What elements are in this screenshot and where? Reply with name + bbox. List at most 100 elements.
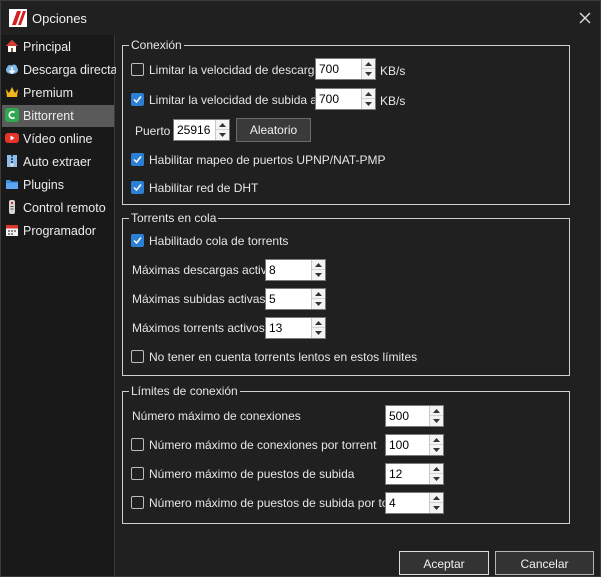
arrow-up-icon <box>219 123 226 127</box>
spin-arrows <box>361 59 375 79</box>
sidebar-item-label: Vídeo online <box>23 132 93 146</box>
sidebar-item-video-online[interactable]: Vídeo online <box>2 128 114 150</box>
arrow-up-icon <box>433 467 440 471</box>
max-conn-per-torrent-label: Número máximo de conexiones por torrent <box>149 438 377 452</box>
arrow-up-icon <box>365 62 372 66</box>
cloud-download-icon <box>6 64 18 74</box>
remote-icon <box>9 200 15 214</box>
arrow-down-icon <box>433 477 440 481</box>
max-conn-per-torrent-spinbox[interactable]: 100 <box>385 434 444 456</box>
limit-download-checkbox[interactable] <box>131 63 144 76</box>
limit-download-label: Limitar la velocidad de descarga a <box>149 63 332 77</box>
max-upload-slots-per-torrent-spinbox[interactable]: 4 <box>385 492 444 514</box>
dht-checkbox[interactable] <box>131 181 144 194</box>
max-torrents-label: Máximos torrents activos <box>132 321 265 335</box>
sidebar-item-auto-extraer[interactable]: Auto extraer <box>2 151 114 173</box>
spin-down-button[interactable] <box>362 69 375 79</box>
options-window: Opciones Principal Descarga directa Prem… <box>0 0 601 577</box>
arrow-down-icon <box>433 419 440 423</box>
sidebar-item-descarga-directa[interactable]: Descarga directa <box>2 59 118 81</box>
spin-up-button[interactable] <box>312 318 325 328</box>
sidebar-item-premium[interactable]: Premium <box>2 82 114 104</box>
port-value: 25916 <box>177 123 211 137</box>
sidebar-item-label: Principal <box>23 40 71 54</box>
max-upload-slots-per-torrent-value: 4 <box>389 496 396 510</box>
max-conn-per-torrent-checkbox[interactable] <box>131 438 144 451</box>
port-spinbox[interactable]: 25916 <box>173 119 230 141</box>
torrent-queue-legend: Torrents en cola <box>129 211 219 225</box>
spin-down-button[interactable] <box>362 99 375 109</box>
spin-up-button[interactable] <box>430 493 443 503</box>
arrow-up-icon <box>315 321 322 325</box>
accept-button[interactable]: Aceptar <box>399 551 489 575</box>
spin-down-button[interactable] <box>216 130 229 140</box>
ignore-slow-checkbox[interactable] <box>131 350 144 363</box>
spin-up-button[interactable] <box>430 464 443 474</box>
upload-speed-spinbox[interactable]: 700 <box>315 88 376 110</box>
spin-arrows <box>311 289 325 309</box>
arrow-down-icon <box>315 331 322 335</box>
spin-up-button[interactable] <box>430 435 443 445</box>
max-conn-per-torrent-value: 100 <box>389 438 410 452</box>
limit-upload-label: Limitar la velocidad de subida a <box>149 93 318 107</box>
home-icon <box>6 40 18 52</box>
arrow-down-icon <box>433 448 440 452</box>
spin-up-button[interactable] <box>312 289 325 299</box>
arrow-up-icon <box>315 292 322 296</box>
sidebar-item-principal[interactable]: Principal <box>2 36 114 58</box>
sidebar: Principal Descarga directa Premium Bitto… <box>1 35 118 576</box>
max-connections-spinbox[interactable]: 500 <box>385 405 444 427</box>
sidebar-item-plugins[interactable]: Plugins <box>2 174 114 196</box>
title-bar: Opciones <box>1 1 600 35</box>
arrow-down-icon <box>365 102 372 106</box>
queue-enabled-label: Habilitado cola de torrents <box>149 234 289 248</box>
spin-down-button[interactable] <box>430 474 443 484</box>
sidebar-item-control-remoto[interactable]: Control remoto <box>2 197 114 219</box>
spin-up-button[interactable] <box>312 260 325 270</box>
checkmark-icon <box>133 184 142 192</box>
accept-button-label: Aceptar <box>423 557 465 571</box>
max-uploads-spinbox[interactable]: 5 <box>265 288 326 310</box>
spin-down-button[interactable] <box>430 445 443 455</box>
arrow-up-icon <box>433 409 440 413</box>
spin-up-button[interactable] <box>216 120 229 130</box>
sidebar-item-label: Programador <box>23 224 96 238</box>
max-upload-slots-per-torrent-checkbox[interactable] <box>131 496 144 509</box>
arrow-down-icon <box>365 72 372 76</box>
limit-upload-checkbox[interactable] <box>131 93 144 106</box>
arrow-down-icon <box>315 273 322 277</box>
max-upload-slots-value: 12 <box>389 467 403 481</box>
arrow-up-icon <box>433 496 440 500</box>
spin-up-button[interactable] <box>362 89 375 99</box>
cancel-button[interactable]: Cancelar <box>495 551 594 575</box>
spin-arrows <box>361 89 375 109</box>
random-port-button-label: Aleatorio <box>249 123 298 137</box>
conexion-group: Conexión Limitar la velocidad de descarg… <box>122 38 570 205</box>
spin-down-button[interactable] <box>312 328 325 338</box>
max-upload-slots-checkbox[interactable] <box>131 467 144 480</box>
spin-up-button[interactable] <box>362 59 375 69</box>
sidebar-item-label: Auto extraer <box>23 155 92 169</box>
close-button[interactable] <box>572 5 598 31</box>
bittorrent-icon <box>5 108 19 122</box>
max-connections-value: 500 <box>389 409 410 423</box>
spin-arrows <box>311 318 325 338</box>
random-port-button[interactable]: Aleatorio <box>236 118 311 142</box>
settings-content: Conexión Limitar la velocidad de descarg… <box>116 35 600 576</box>
sidebar-item-bittorrent[interactable]: Bittorrent <box>2 105 114 127</box>
queue-enabled-checkbox[interactable] <box>131 234 144 247</box>
upnp-checkbox[interactable] <box>131 153 144 166</box>
spin-down-button[interactable] <box>430 503 443 513</box>
spin-up-button[interactable] <box>430 406 443 416</box>
sidebar-item-programador[interactable]: Programador <box>2 220 114 242</box>
max-upload-slots-spinbox[interactable]: 12 <box>385 463 444 485</box>
spin-down-button[interactable] <box>430 416 443 426</box>
spin-down-button[interactable] <box>312 270 325 280</box>
max-downloads-label: Máximas descargas activas <box>132 263 280 277</box>
spin-down-button[interactable] <box>312 299 325 309</box>
upload-speed-unit: KB/s <box>380 94 406 108</box>
max-torrents-spinbox[interactable]: 13 <box>265 317 326 339</box>
max-downloads-spinbox[interactable]: 8 <box>265 259 326 281</box>
download-speed-spinbox[interactable]: 700 <box>315 58 376 80</box>
download-speed-unit: KB/s <box>380 64 406 78</box>
